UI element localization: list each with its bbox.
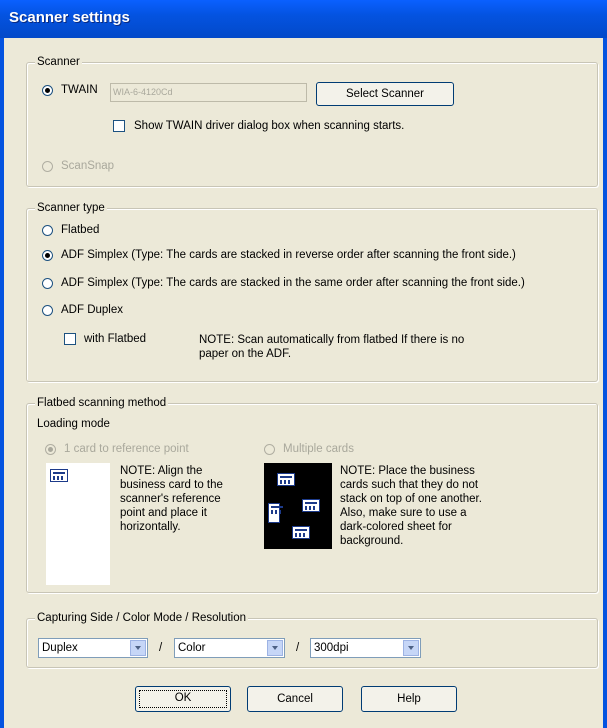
- twain-device-value: WIA-6-4120Cd: [113, 87, 173, 97]
- window-border-right: [603, 38, 607, 728]
- adf-simplex-reverse-radio[interactable]: [42, 250, 53, 261]
- title-bar[interactable]: Scanner settings: [0, 0, 607, 38]
- business-card-icon: [292, 526, 310, 539]
- separator-slash: /: [159, 642, 163, 654]
- business-card-icon: [268, 503, 283, 523]
- chevron-down-icon[interactable]: [267, 640, 283, 656]
- with-flatbed-note: NOTE: Scan automatically from flatbed If…: [199, 334, 465, 360]
- scansnap-radio[interactable]: [42, 161, 53, 172]
- window-border-left: [0, 38, 4, 728]
- flatbed-method-legend: Flatbed scanning method: [35, 396, 169, 410]
- flatbed-radio[interactable]: [42, 225, 53, 236]
- business-card-icon: [302, 499, 320, 512]
- separator-slash: /: [296, 642, 300, 654]
- select-scanner-label: Select Scanner: [346, 88, 424, 100]
- multiple-cards-note: NOTE: Place the business cards such that…: [340, 465, 482, 547]
- with-flatbed-label[interactable]: with Flatbed: [84, 332, 146, 346]
- adf-simplex-reverse-label[interactable]: ADF Simplex (Type: The cards are stacked…: [61, 248, 516, 262]
- help-button[interactable]: Help: [361, 686, 457, 712]
- twain-radio[interactable]: [42, 85, 53, 96]
- scanner-legend: Scanner: [35, 55, 82, 69]
- help-label: Help: [397, 693, 421, 705]
- capture-side-value: Duplex: [42, 642, 78, 654]
- scansnap-label[interactable]: ScanSnap: [61, 159, 114, 173]
- twain-label[interactable]: TWAIN: [61, 83, 98, 97]
- ok-button[interactable]: OK: [135, 686, 231, 712]
- capture-side-select[interactable]: Duplex: [38, 638, 148, 658]
- loading-mode-label: Loading mode: [37, 418, 110, 430]
- adf-duplex-radio[interactable]: [42, 305, 53, 316]
- color-mode-value: Color: [178, 642, 206, 654]
- one-card-label[interactable]: 1 card to reference point: [64, 442, 189, 456]
- cancel-label: Cancel: [277, 693, 313, 705]
- multiple-cards-radio[interactable]: [264, 444, 275, 455]
- adf-simplex-same-radio[interactable]: [42, 278, 53, 289]
- one-card-note: NOTE: Align the business card to the sca…: [120, 465, 223, 533]
- resolution-select[interactable]: 300dpi: [310, 638, 421, 658]
- business-card-icon: [277, 473, 295, 486]
- with-flatbed-checkbox[interactable]: [64, 333, 76, 345]
- ok-label: OK: [139, 690, 227, 708]
- adf-duplex-label[interactable]: ADF Duplex: [61, 303, 123, 317]
- one-card-illustration: [46, 463, 110, 585]
- select-scanner-button[interactable]: Select Scanner: [316, 82, 454, 106]
- show-driver-checkbox[interactable]: [113, 120, 125, 132]
- color-mode-select[interactable]: Color: [174, 638, 285, 658]
- chevron-down-icon[interactable]: [130, 640, 146, 656]
- chevron-down-icon[interactable]: [403, 640, 419, 656]
- scanner-type-legend: Scanner type: [35, 201, 107, 215]
- flatbed-label[interactable]: Flatbed: [61, 223, 99, 237]
- capture-legend: Capturing Side / Color Mode / Resolution: [35, 611, 249, 625]
- cancel-button[interactable]: Cancel: [247, 686, 343, 712]
- window-title: Scanner settings: [9, 9, 130, 26]
- adf-simplex-same-label[interactable]: ADF Simplex (Type: The cards are stacked…: [61, 276, 525, 290]
- resolution-value: 300dpi: [314, 642, 349, 654]
- one-card-radio[interactable]: [45, 444, 56, 455]
- business-card-icon: [50, 469, 68, 482]
- multiple-cards-label[interactable]: Multiple cards: [283, 442, 354, 456]
- show-driver-label[interactable]: Show TWAIN driver dialog box when scanni…: [134, 119, 404, 133]
- multiple-cards-illustration: [264, 463, 332, 549]
- twain-device-field: WIA-6-4120Cd: [110, 83, 307, 102]
